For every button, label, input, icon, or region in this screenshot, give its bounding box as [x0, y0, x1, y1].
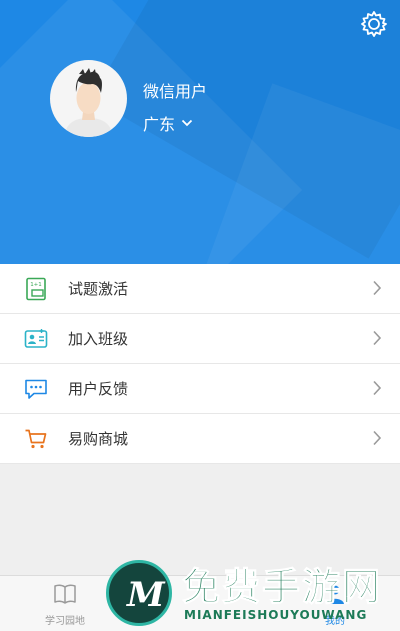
- chevron-right-icon: [373, 380, 382, 396]
- menu-label: 加入班级: [68, 330, 129, 348]
- menu-item-user-feedback[interactable]: 用户反馈: [0, 364, 400, 414]
- menu-label: 易购商城: [68, 430, 129, 448]
- chevron-right-icon: [373, 430, 382, 446]
- avatar-person-icon: [64, 68, 113, 137]
- watermark-title: 免费手游网: [181, 565, 383, 610]
- user-nickname[interactable]: 微信用户: [143, 78, 207, 102]
- profile-header: 微信用户 广东: [0, 0, 400, 264]
- profile-menu: 1+1 试题激活 加入班级 用户反馈 易购商城: [0, 264, 400, 464]
- watermark: M 免费手游网 MIANFEISHOUYOUWANG: [102, 556, 400, 631]
- book-icon: [54, 584, 76, 604]
- chevron-down-icon: [181, 119, 193, 127]
- svg-text:1+1: 1+1: [30, 282, 42, 288]
- region-label: 广东: [143, 115, 176, 134]
- chevron-right-icon: [373, 330, 382, 346]
- tab-study-garden[interactable]: 学习园地: [15, 576, 115, 631]
- settings-gear-icon[interactable]: [360, 10, 388, 38]
- region-selector[interactable]: 广东: [143, 111, 193, 135]
- menu-item-shop[interactable]: 易购商城: [0, 414, 400, 464]
- watermark-logo-letter: M: [127, 575, 165, 615]
- watermark-logo: M: [106, 560, 172, 626]
- chat-bubble-icon: [25, 379, 47, 399]
- id-card-icon: [24, 329, 48, 348]
- menu-item-activate-questions[interactable]: 1+1 试题激活: [0, 264, 400, 314]
- tab-label: 学习园地: [45, 616, 85, 627]
- avatar[interactable]: [50, 60, 127, 137]
- watermark-subtitle: MIANFEISHOUYOUWANG: [184, 608, 368, 622]
- chevron-right-icon: [373, 280, 382, 296]
- menu-item-join-class[interactable]: 加入班级: [0, 314, 400, 364]
- menu-label: 用户反馈: [68, 380, 129, 398]
- activation-card-icon: 1+1: [26, 277, 46, 301]
- shopping-cart-icon: [25, 429, 47, 449]
- menu-label: 试题激活: [68, 280, 129, 298]
